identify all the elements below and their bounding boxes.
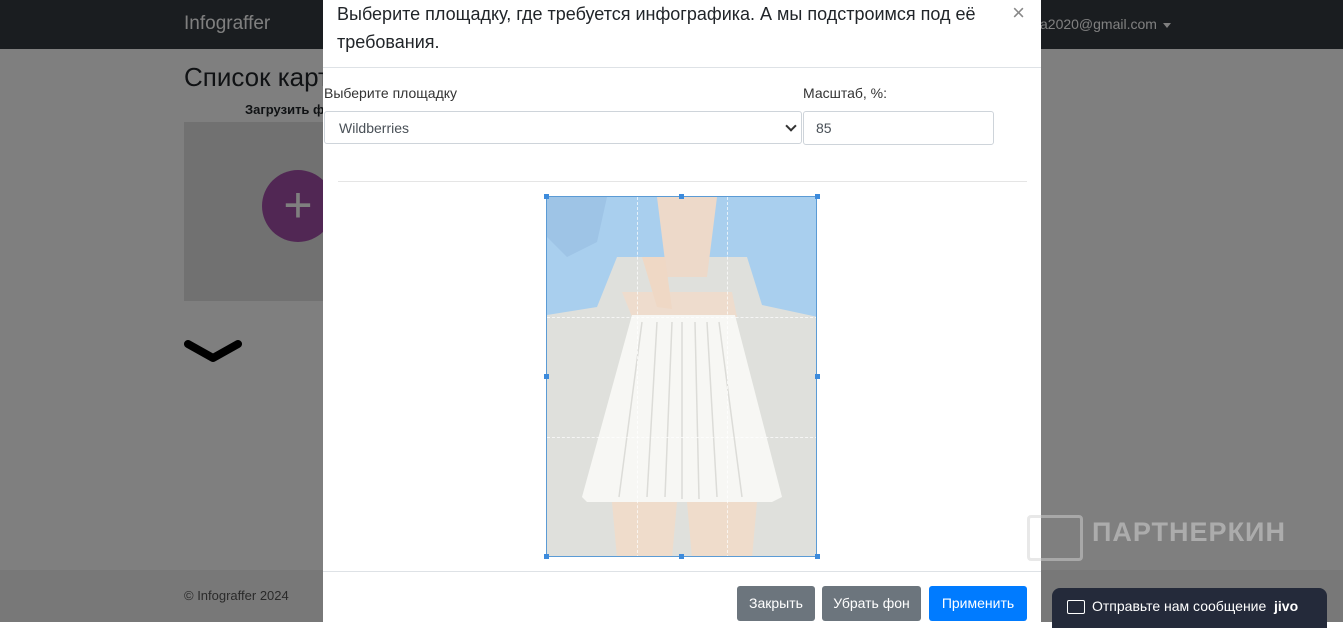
platform-modal: Выберите площадку, где требуется инфогра…	[323, 0, 1041, 636]
crop-handle[interactable]	[544, 194, 549, 199]
crop-grid-line	[637, 197, 638, 556]
platform-select[interactable]: Wildberries	[324, 111, 802, 144]
product-photo	[547, 197, 816, 556]
scale-input-value: 85	[816, 120, 832, 136]
modal-header: Выберите площадку, где требуется инфогра…	[323, 0, 1041, 68]
close-button[interactable]: Закрыть	[737, 586, 815, 621]
platform-select-value: Wildberries	[339, 120, 410, 136]
apply-button[interactable]: Применить	[929, 586, 1027, 621]
chevron-down-icon	[785, 120, 797, 132]
divider	[338, 181, 1027, 182]
crop-grid-line	[727, 197, 728, 556]
envelope-icon	[1067, 600, 1085, 614]
crop-handle[interactable]	[679, 194, 684, 199]
scale-label: Масштаб, %:	[803, 85, 888, 101]
crop-grid-line	[547, 317, 816, 318]
modal-footer: Закрыть Убрать фон Применить	[323, 571, 1041, 632]
watermark-icon	[1027, 515, 1083, 561]
crop-handle[interactable]	[679, 554, 684, 559]
chat-logo: jivo	[1274, 598, 1299, 614]
platform-label: Выберите площадку	[324, 85, 458, 101]
crop-handle[interactable]	[544, 374, 549, 379]
watermark: ПАРТНЕРКИН	[1092, 517, 1286, 547]
close-icon[interactable]: ×	[1012, 0, 1025, 26]
chat-widget[interactable]: Отправьте нам сообщение jivo	[1052, 588, 1327, 628]
chat-label: Отправьте нам сообщение	[1092, 598, 1267, 614]
crop-grid-line	[547, 437, 816, 438]
crop-handle[interactable]	[544, 554, 549, 559]
crop-handle[interactable]	[815, 554, 820, 559]
remove-background-button[interactable]: Убрать фон	[822, 586, 921, 621]
modal-title: Выберите площадку, где требуется инфогра…	[337, 4, 976, 52]
image-cropper[interactable]	[546, 196, 817, 557]
crop-handle[interactable]	[815, 194, 820, 199]
crop-handle[interactable]	[815, 374, 820, 379]
scale-input[interactable]: 85	[803, 111, 994, 145]
